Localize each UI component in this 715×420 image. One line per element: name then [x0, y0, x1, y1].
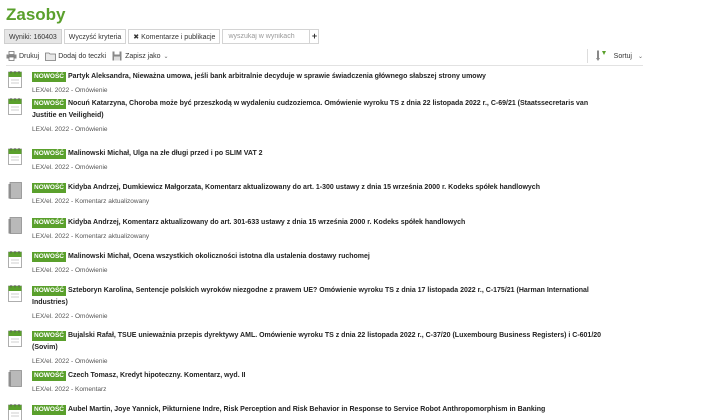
add-search-button[interactable]: +: [310, 29, 320, 44]
result-meta: LEX/el. 2022 - Komentarz aktualizowany: [32, 198, 150, 205]
result-title-link[interactable]: Bujalski Rafał, TSUE unieważnia przepis …: [32, 332, 601, 351]
toolbar-separator: [586, 49, 588, 63]
add-to-folder-button[interactable]: Dodaj do teczki: [45, 51, 106, 61]
result-meta: LEX/el. 2022 - Omówienie: [32, 126, 108, 133]
result-title-link[interactable]: Szteboryn Karolina, Sentencje polskich w…: [32, 287, 589, 306]
result-heading: NOWOŚĆ Szteboryn Karolina, Sentencje pols…: [32, 285, 612, 309]
result-title-link[interactable]: Malinowski Michał, Ulga na złe długi prz…: [68, 150, 263, 157]
book-icon: [8, 370, 22, 387]
result-heading: NOWOŚĆ Malinowski Michał, Ocena wszystkic…: [32, 251, 612, 263]
results-count: Wyniki: 160403: [4, 29, 62, 44]
result-heading: NOWOŚĆ Czech Tomasz, Kredyt hipoteczny. K…: [32, 370, 612, 382]
new-badge: NOWOŚĆ: [32, 252, 66, 262]
sort-icon: [595, 50, 606, 61]
result-heading: NOWOŚĆ Kidyba Andrzej, Dumkiewicz Małgorz…: [32, 182, 612, 194]
note-icon: [8, 251, 22, 268]
note-icon: [8, 71, 22, 88]
clear-criteria-button[interactable]: Wyczyść kryteria: [63, 29, 127, 44]
toolbar: Drukuj Dodaj do teczki Zapisz jako ⌄ Sor…: [6, 47, 643, 65]
result-meta: LEX/el. 2022 - Komentarz aktualizowany: [32, 233, 150, 240]
result-title-link[interactable]: Kidyba Andrzej, Komentarz aktualizowany …: [68, 219, 465, 226]
new-badge: NOWOŚĆ: [32, 149, 66, 159]
result-heading: NOWOŚĆ Aubel Martin, Joye Yannick, Piktur…: [32, 404, 612, 416]
criterion-label: Komentarze i publikacje: [141, 34, 216, 41]
note-icon: [8, 404, 22, 420]
note-icon: [8, 330, 22, 347]
chevron-down-icon: ⌄: [163, 53, 169, 60]
save-icon: [112, 51, 122, 61]
result-meta: LEX/el. 2022 - Omówienie: [32, 87, 108, 94]
chevron-down-icon: ⌄: [637, 53, 643, 60]
remove-icon[interactable]: ✖: [133, 34, 139, 41]
result-title-link[interactable]: Kidyba Andrzej, Dumkiewicz Małgorzata, K…: [68, 184, 540, 191]
new-badge: NOWOŚĆ: [32, 286, 66, 296]
result-meta: LEX/el. 2022 - Omówienie: [32, 313, 108, 320]
new-badge: NOWOŚĆ: [32, 405, 66, 415]
new-badge: NOWOŚĆ: [32, 331, 66, 341]
print-label: Drukuj: [19, 52, 40, 60]
result-meta: LEX/el. 2022 - Omówienie: [32, 358, 108, 365]
new-badge: NOWOŚĆ: [32, 371, 66, 381]
result-heading: NOWOŚĆ Partyk Aleksandra, Nieważna umowa,…: [32, 71, 612, 83]
page-title: Zasoby: [6, 5, 66, 24]
result-heading: NOWOŚĆ Kidyba Andrzej, Komentarz aktualiz…: [32, 217, 612, 229]
result-heading: NOWOŚĆ Bujalski Rafał, TSUE unieważnia pr…: [32, 330, 612, 354]
save-as-button[interactable]: Zapisz jako ⌄: [112, 51, 169, 61]
result-title-link[interactable]: Nocuń Katarzyna, Choroba może być przesz…: [32, 100, 588, 119]
note-icon: [8, 285, 22, 302]
filter-bar: Wyniki: 160403 Wyczyść kryteria ✖ Komenta…: [4, 29, 320, 44]
note-icon: [8, 98, 22, 115]
save-as-label: Zapisz jako: [125, 52, 161, 60]
result-meta: LEX/el. 2022 - Komentarz: [32, 386, 107, 393]
print-button[interactable]: Drukuj: [6, 51, 39, 61]
result-title-link[interactable]: Partyk Aleksandra, Nieważna umowa, jeśli…: [68, 73, 486, 80]
sort-button[interactable]: Sortuj ⌄: [586, 47, 643, 65]
add-to-folder-label: Dodaj do teczki: [58, 52, 107, 60]
new-badge: NOWOŚĆ: [32, 72, 66, 82]
criterion-chip[interactable]: ✖ Komentarze i publikacje: [128, 29, 221, 44]
printer-icon: [6, 51, 17, 61]
result-heading: NOWOŚĆ Malinowski Michał, Ulga na złe dłu…: [32, 148, 612, 160]
book-icon: [8, 217, 22, 234]
result-title-link[interactable]: Aubel Martin, Joye Yannick, Pikturniene …: [68, 406, 545, 413]
new-badge: NOWOŚĆ: [32, 183, 66, 193]
toolbar-divider: [6, 65, 643, 66]
result-title-link[interactable]: Malinowski Michał, Ocena wszystkich okol…: [68, 253, 370, 260]
result-heading: NOWOŚĆ Nocuń Katarzyna, Choroba może być …: [32, 98, 612, 122]
new-badge: NOWOŚĆ: [32, 99, 66, 109]
book-icon: [8, 182, 22, 199]
folder-icon: [45, 52, 57, 61]
result-meta: LEX/el. 2022 - Omówienie: [32, 164, 108, 171]
note-icon: [8, 148, 22, 165]
result-meta: LEX/el. 2022 - Omówienie: [32, 267, 108, 274]
sort-label: Sortuj: [613, 52, 632, 60]
result-title-link[interactable]: Czech Tomasz, Kredyt hipoteczny. Komenta…: [68, 372, 246, 379]
new-badge: NOWOŚĆ: [32, 218, 66, 228]
search-in-results-input[interactable]: [222, 29, 311, 44]
